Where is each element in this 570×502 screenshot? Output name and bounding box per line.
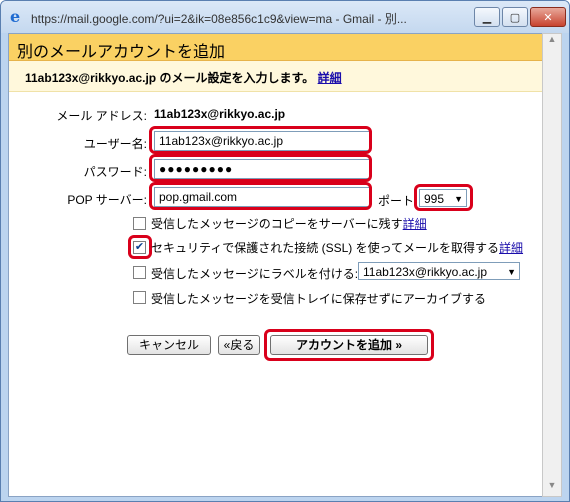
title-bar[interactable]: e https://mail.google.com/?ui=2&ik=08e85… [1, 1, 569, 33]
dialog-title: 別のメールアカウントを追加 [17, 44, 226, 61]
checkmark-icon: ✔ [134, 241, 145, 253]
dropdown-arrow-icon: ▼ [507, 267, 516, 277]
scroll-up-icon[interactable]: ▲ [543, 34, 561, 50]
password-label: パスワード: [83, 165, 147, 179]
ssl-checkbox[interactable]: ✔ [133, 241, 146, 254]
minimize-icon: ▁ [482, 11, 492, 24]
window-title: https://mail.google.com/?ui=2&ik=08e856c… [31, 12, 407, 26]
username-input[interactable]: 11ab123x@rikkyo.ac.jp [154, 131, 370, 151]
username-label: ユーザー名: [83, 137, 147, 151]
subheader-text: 11ab123x@rikkyo.ac.jp のメール設定を入力します。 詳細 [25, 69, 342, 86]
internet-explorer-icon: e [10, 7, 21, 26]
keep-copy-option: 受信したメッセージのコピーをサーバーに残す詳細 [151, 215, 427, 232]
vertical-scrollbar[interactable]: ▲ ▼ [542, 33, 562, 497]
archive-checkbox[interactable] [133, 291, 146, 304]
dialog-subheader: 11ab123x@rikkyo.ac.jp のメール設定を入力します。 詳細 [9, 61, 542, 92]
cancel-button[interactable]: キャンセル [127, 335, 211, 355]
password-input[interactable]: ●●●●●●●●● [154, 159, 370, 179]
ssl-option: セキュリティで保護された接続 (SSL) を使ってメールを取得する詳細 [151, 239, 523, 256]
scroll-down-icon[interactable]: ▼ [543, 480, 561, 496]
port-select[interactable]: 995 ▼ [419, 189, 467, 207]
label-select-value: 11ab123x@rikkyo.ac.jp [363, 265, 488, 279]
archive-label: 受信したメッセージを受信トレイに保存せずにアーカイブする [151, 292, 487, 306]
maximize-button[interactable]: ▢ [502, 7, 528, 27]
subheader-message: 11ab123x@rikkyo.ac.jp のメール設定を入力します。 [25, 71, 315, 85]
pop-server-input[interactable]: pop.gmail.com [154, 187, 370, 207]
label-messages-checkbox[interactable] [133, 266, 146, 279]
minimize-button[interactable]: ▁ [474, 7, 500, 27]
back-button[interactable]: «戻る [218, 335, 260, 355]
close-icon: ✕ [543, 11, 553, 24]
port-label: ポート: [378, 194, 418, 208]
label-select[interactable]: 11ab123x@rikkyo.ac.jp ▼ [358, 262, 520, 280]
dropdown-arrow-icon: ▼ [454, 194, 463, 204]
keep-copy-details-link[interactable]: 詳細 [403, 217, 427, 231]
keep-copy-checkbox[interactable] [133, 217, 146, 230]
email-value: 11ab123x@rikkyo.ac.jp [154, 107, 286, 121]
details-link[interactable]: 詳細 [318, 71, 342, 85]
keep-copy-label: 受信したメッセージのコピーをサーバーに残す [151, 217, 403, 231]
close-button[interactable]: ✕ [530, 7, 566, 27]
port-value: 995 [424, 192, 445, 206]
ssl-label: セキュリティで保護された接続 (SSL) を使ってメールを取得する [151, 241, 500, 255]
ssl-details-link[interactable]: 詳細 [499, 241, 523, 255]
add-account-button[interactable]: アカウントを追加 » [270, 335, 428, 355]
pop-server-label: POP サーバー: [67, 193, 147, 207]
dialog-header: 別のメールアカウントを追加 [9, 34, 542, 61]
browser-popup-window: e https://mail.google.com/?ui=2&ik=08e85… [0, 0, 570, 502]
label-messages-label: 受信したメッセージにラベルを付ける: [151, 267, 359, 281]
dialog-content: 別のメールアカウントを追加 11ab123x@rikkyo.ac.jp のメール… [8, 33, 543, 497]
email-label: メール アドレス: [56, 109, 147, 123]
maximize-icon: ▢ [509, 11, 521, 24]
